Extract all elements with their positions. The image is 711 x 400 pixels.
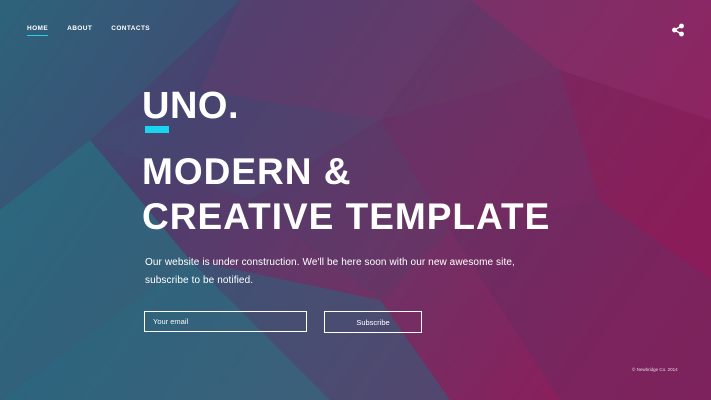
main-nav: HOME ABOUT CONTACTS <box>27 25 169 36</box>
copyright-text: © Newbridge Co. 2014 <box>632 367 678 372</box>
headline-line-2: CREATIVE TEMPLATE <box>142 196 551 237</box>
description-text: Our website is under construction. We'll… <box>145 257 515 286</box>
logo-accent-bar <box>145 126 169 133</box>
nav-item-about[interactable]: ABOUT <box>67 25 92 36</box>
page-background: HOME ABOUT CONTACTS UNO. MODERN & CREATI… <box>0 0 711 400</box>
nav-item-home[interactable]: HOME <box>27 25 49 36</box>
email-input[interactable] <box>144 311 307 332</box>
headline-line-1: MODERN & <box>142 151 352 192</box>
subscribe-button[interactable]: Subscribe <box>324 311 422 333</box>
share-icon[interactable] <box>671 23 685 37</box>
logo-text: UNO. <box>142 85 239 127</box>
nav-item-contacts[interactable]: CONTACTS <box>111 25 150 36</box>
